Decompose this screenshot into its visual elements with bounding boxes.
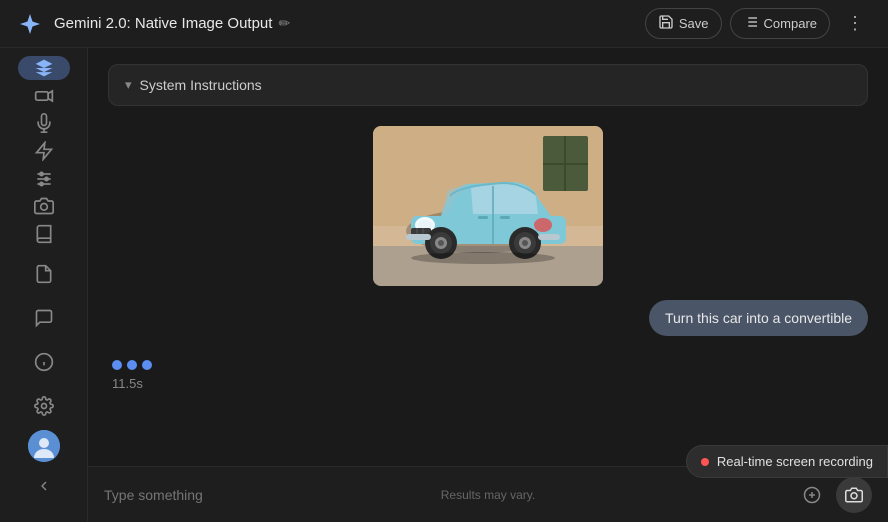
page-title: Gemini 2.0: Native Image Output ✏ <box>54 15 635 32</box>
sidebar-item-document[interactable] <box>18 254 70 294</box>
loading-time: 11.5s <box>108 376 143 391</box>
dot-3 <box>142 360 152 370</box>
sidebar-item-chat[interactable] <box>18 298 70 338</box>
loading-area-wrapper: 11.5s <box>108 350 868 391</box>
recording-dot <box>701 458 709 466</box>
camera-button[interactable] <box>836 477 872 513</box>
dot-2 <box>127 360 137 370</box>
sidebar-item-lightning[interactable] <box>18 139 70 163</box>
sidebar-item-video[interactable] <box>18 84 70 108</box>
image-message-wrapper <box>108 126 868 286</box>
sidebar <box>0 48 88 522</box>
bottom-icons <box>796 477 872 513</box>
loading-area: 11.5s <box>108 360 868 391</box>
sidebar-item-sliders[interactable] <box>18 167 70 191</box>
app-logo <box>16 10 44 38</box>
car-image <box>373 126 603 286</box>
sidebar-item-info[interactable] <box>18 342 70 382</box>
sidebar-bottom <box>18 254 70 514</box>
bottom-bar: Results may vary. <box>88 466 888 522</box>
more-options-button[interactable]: ⋮ <box>838 9 872 38</box>
save-icon <box>658 14 674 33</box>
chat-input[interactable] <box>104 487 786 503</box>
sidebar-item-camera[interactable] <box>18 195 70 219</box>
system-instructions-label: System Instructions <box>140 77 262 93</box>
chat-container: ▾ System Instructions <box>88 48 888 466</box>
chevron-down-icon: ▾ <box>125 77 132 93</box>
messages-area: Turn this car into a convertible 11.5s <box>108 126 868 391</box>
text-message-wrapper: Turn this car into a convertible <box>108 300 868 336</box>
sidebar-item-mic[interactable] <box>18 111 70 135</box>
message-bubble: Turn this car into a convertible <box>649 300 868 336</box>
recording-badge: Real-time screen recording <box>686 445 888 478</box>
system-instructions-panel[interactable]: ▾ System Instructions <box>108 64 868 106</box>
compare-button[interactable]: Compare <box>730 8 830 39</box>
add-button[interactable] <box>796 479 828 511</box>
topbar: Gemini 2.0: Native Image Output ✏ Save <box>0 0 888 48</box>
main-layout: ▾ System Instructions <box>0 48 888 522</box>
dot-1 <box>112 360 122 370</box>
sidebar-item-book[interactable] <box>18 222 70 246</box>
sidebar-item-settings[interactable] <box>18 386 70 426</box>
save-button[interactable]: Save <box>645 8 722 39</box>
sidebar-item-home[interactable] <box>18 56 70 80</box>
edit-icon[interactable]: ✏ <box>278 15 290 32</box>
content-area: ▾ System Instructions <box>88 48 888 522</box>
loading-dots <box>108 360 152 370</box>
compare-icon <box>743 14 759 33</box>
avatar[interactable] <box>28 430 60 462</box>
topbar-actions: Save Compare ⋮ <box>645 8 872 39</box>
sidebar-item-collapse[interactable] <box>18 466 70 506</box>
